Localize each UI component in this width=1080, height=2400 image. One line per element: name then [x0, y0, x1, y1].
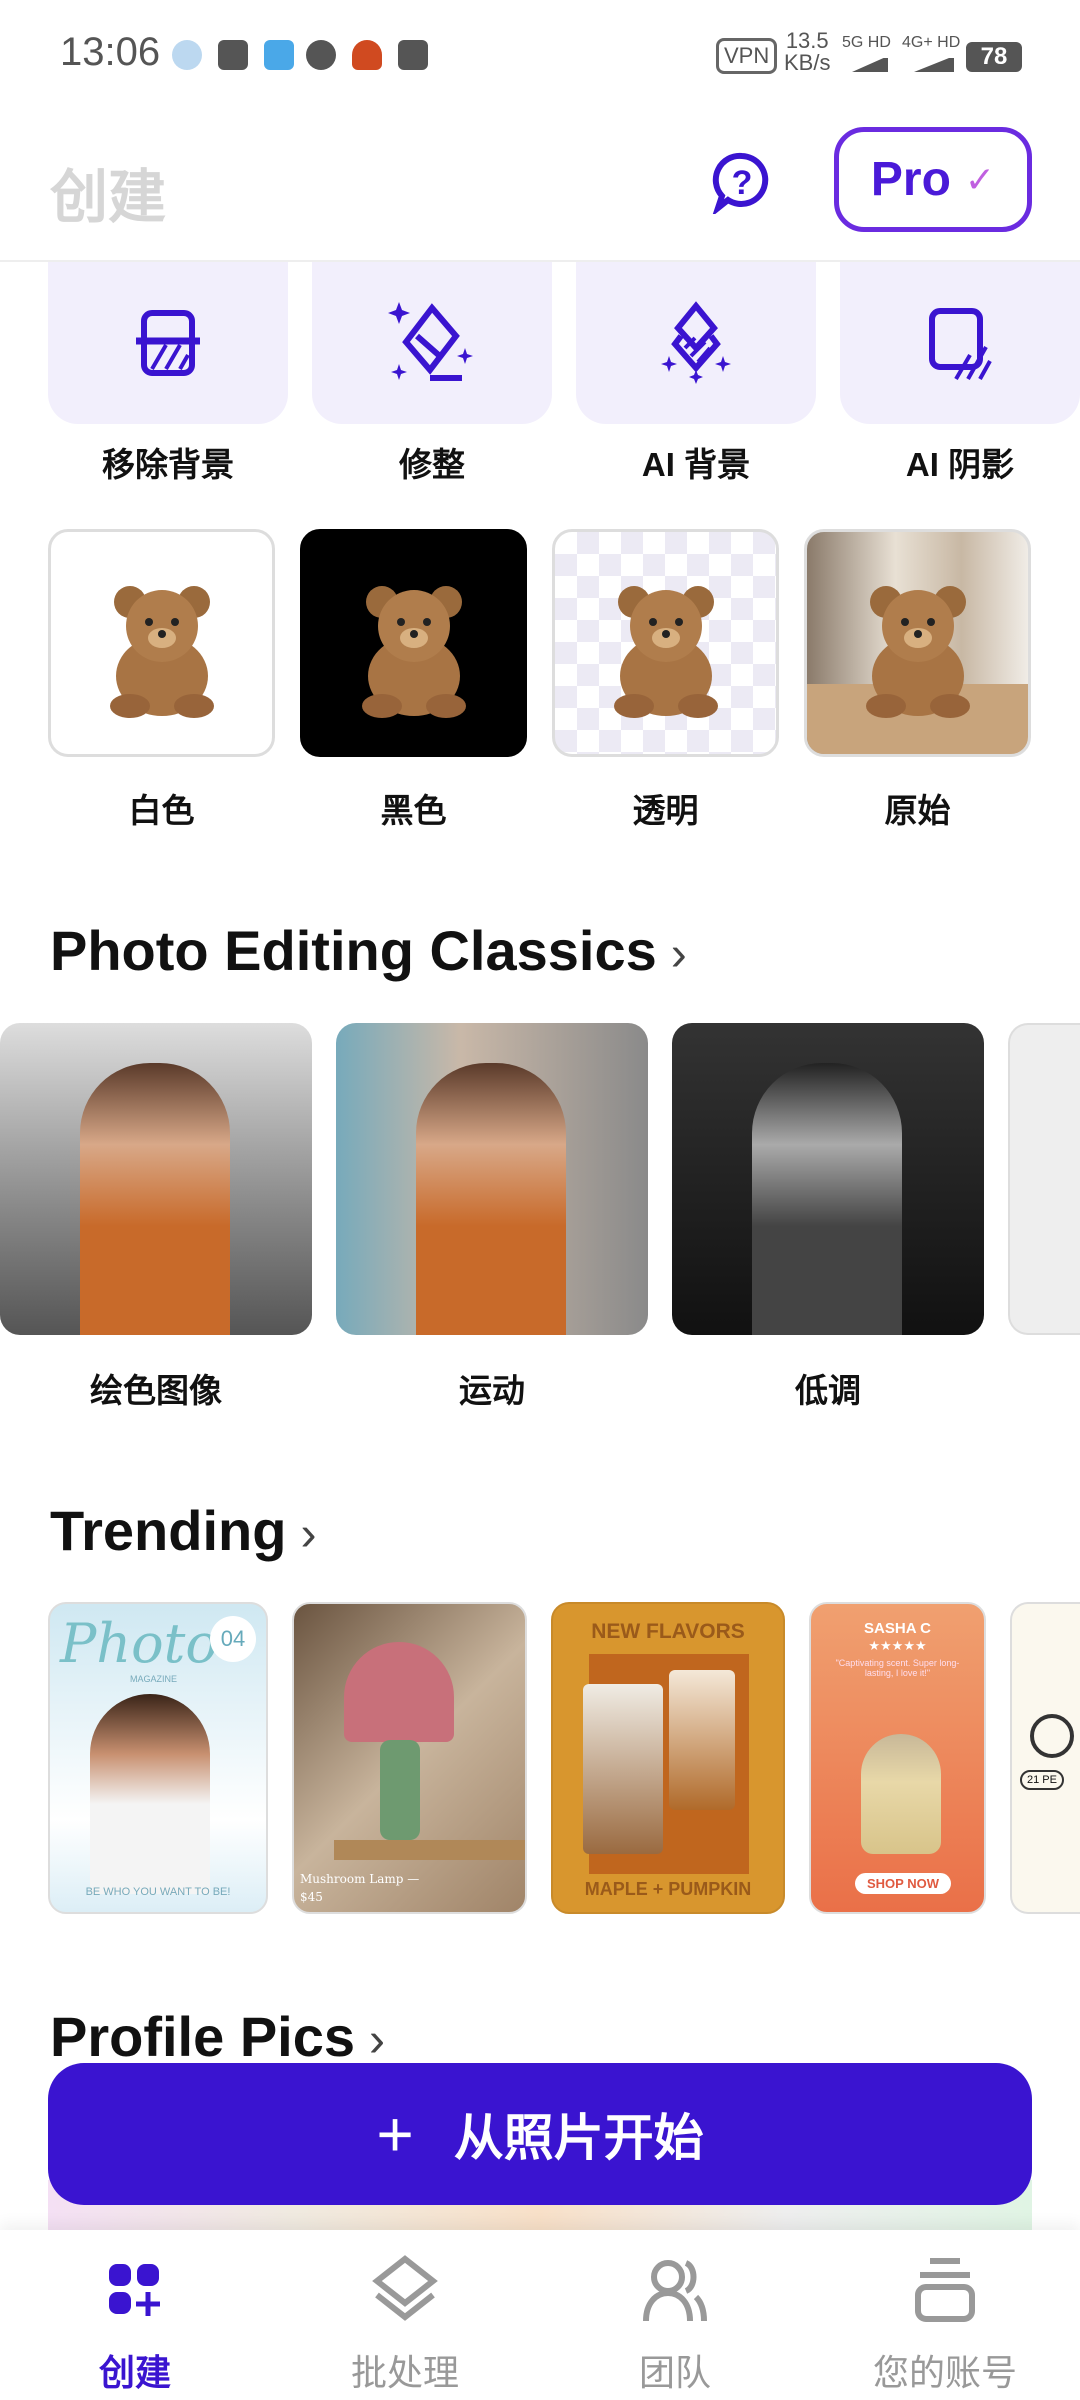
- shop-now-button[interactable]: SHOP NOW: [855, 1873, 951, 1894]
- bg-option-label: 白色: [128, 792, 195, 829]
- signal-5g-label: 5G HD: [842, 34, 891, 51]
- classic-label: 运动: [459, 1372, 525, 1409]
- magazine-tagline: BE WHO YOU WANT TO BE!: [85, 1886, 231, 1898]
- shadow-icon: [929, 308, 992, 381]
- flavors-heading: NEW FLAVORS: [591, 1620, 745, 1643]
- pro-label: Pro: [870, 153, 951, 206]
- account-stack-icon: [915, 2258, 975, 2322]
- section-header-trending[interactable]: Trending ›: [50, 1498, 316, 1563]
- app-notification-icon: [352, 40, 382, 70]
- bottom-nav: 创建 批处理 团队 您的账号: [0, 2230, 1080, 2400]
- trending-card-lamp[interactable]: Mushroom Lamp — $45: [292, 1602, 527, 1914]
- section-header-classics[interactable]: Photo Editing Classics ›: [50, 918, 687, 983]
- section-header-profile-pics[interactable]: Profile Pics ›: [50, 2004, 385, 2069]
- classic-card-low-key[interactable]: [672, 1023, 984, 1335]
- signal-bars-icon: [852, 56, 888, 72]
- rating-stars: ★★★★★: [868, 1638, 927, 1653]
- net-speed: 13.5: [785, 28, 829, 53]
- nav-account[interactable]: 您的账号: [810, 2250, 1080, 2396]
- tool-label: 移除背景: [102, 446, 234, 483]
- start-from-photo-button[interactable]: + 从照片开始: [48, 2063, 1032, 2205]
- tool-remove-background[interactable]: [48, 262, 288, 424]
- help-button[interactable]: ?: [710, 150, 774, 214]
- page-title: 创建: [50, 165, 167, 230]
- product-name: Mushroom Lamp —: [300, 1872, 420, 1886]
- tool-retouch[interactable]: [312, 262, 552, 424]
- browser-notification-icon: [398, 40, 428, 70]
- review-quote: "Captivating scent. Super long-lasting, …: [835, 1658, 960, 1678]
- status-bar: 13:06 VPN 13.5 KB/s 5G HD 4G+ HD 78: [0, 0, 1080, 110]
- section-title: Profile Pics: [50, 2005, 356, 2068]
- signal-bars-icon: [914, 56, 954, 72]
- bg-option-label: 透明: [632, 792, 699, 829]
- magazine-subtitle: MAGAZINE: [130, 1674, 178, 1684]
- battery-indicator: 78: [966, 42, 1022, 72]
- nav-create[interactable]: 创建: [0, 2250, 270, 2396]
- classic-label: 绘色图像: [90, 1372, 222, 1409]
- classic-card-partial[interactable]: [1008, 1023, 1080, 1335]
- layers-icon: [372, 2255, 438, 2321]
- nav-team[interactable]: 团队: [540, 2250, 810, 2396]
- classic-card-motion[interactable]: [336, 1023, 648, 1335]
- whale-notification-icon: [172, 40, 202, 70]
- teddy-bear-image: [361, 586, 466, 718]
- eraser-sparkle-icon: [388, 302, 473, 381]
- teddy-bear-image: [865, 586, 970, 718]
- product-price: $45: [300, 1890, 323, 1904]
- clock: 13:06: [60, 30, 161, 74]
- trending-card-magazine[interactable]: Photo MAGAZINE 04 BE WHO YOU WANT TO BE!: [48, 1602, 268, 1914]
- nav-label: 创建: [98, 2352, 171, 2393]
- magazine-title: Photo: [60, 1612, 218, 1675]
- svg-text:?: ?: [732, 164, 753, 202]
- plus-icon: +: [376, 2098, 414, 2170]
- issue-number: 04: [210, 1616, 256, 1662]
- nav-label: 团队: [638, 2352, 711, 2393]
- bg-option-original[interactable]: [804, 529, 1031, 757]
- teddy-bear-image: [109, 586, 214, 718]
- cta-label: 从照片开始: [453, 2110, 704, 2166]
- create-grid-icon: [109, 2264, 160, 2316]
- chevron-right-icon: ›: [369, 2014, 386, 2067]
- section-title: Photo Editing Classics: [50, 919, 657, 982]
- bg-option-white[interactable]: [48, 529, 275, 757]
- bg-option-transparent[interactable]: [552, 529, 779, 757]
- bg-option-label: 原始: [884, 792, 951, 829]
- chevron-right-icon: ›: [670, 928, 687, 981]
- partial-tag: 21 PE: [1020, 1770, 1064, 1790]
- signal-4g-label: 4G+ HD: [902, 34, 961, 51]
- classic-card-color-pop[interactable]: [0, 1023, 312, 1335]
- tool-label: AI 阴影: [905, 446, 1015, 483]
- team-icon: [643, 2260, 707, 2322]
- play-notification-icon: [306, 40, 336, 70]
- mail-notification-icon: [218, 40, 248, 70]
- trending-card-partial[interactable]: 21 PE: [1010, 1602, 1080, 1914]
- bg-option-label: 黑色: [380, 792, 447, 829]
- nav-label: 批处理: [350, 2352, 459, 2393]
- check-icon: ✓: [964, 158, 996, 200]
- tool-ai-shadow[interactable]: [840, 262, 1080, 424]
- tool-ai-background[interactable]: [576, 262, 816, 424]
- remove-background-icon: [136, 310, 200, 376]
- tool-label: 修整: [399, 446, 465, 483]
- review-name: SASHA C: [864, 1620, 931, 1637]
- chevron-right-icon: ›: [300, 1508, 317, 1561]
- section-title: Trending: [50, 1499, 287, 1562]
- classic-label: 低调: [795, 1372, 861, 1409]
- pro-button[interactable]: Pro ✓: [834, 127, 1032, 232]
- app-notification-icon: [264, 40, 294, 70]
- layers-sparkle-icon: [661, 301, 731, 384]
- tool-label: AI 背景: [641, 446, 751, 483]
- flavors-footer: MAPLE + PUMPKIN: [584, 1879, 752, 1899]
- vpn-indicator: VPN: [716, 38, 778, 74]
- trending-card-flavors[interactable]: NEW FLAVORS MAPLE + PUMPKIN: [551, 1602, 785, 1914]
- trending-card-perfume[interactable]: SASHA C ★★★★★ "Captivating scent. Super …: [809, 1602, 986, 1914]
- bg-option-black[interactable]: [300, 529, 527, 757]
- nav-batch[interactable]: 批处理: [270, 2250, 540, 2396]
- net-speed-unit: KB/s: [784, 50, 831, 75]
- teddy-bear-image: [613, 586, 718, 718]
- nav-label: 您的账号: [872, 2352, 1017, 2393]
